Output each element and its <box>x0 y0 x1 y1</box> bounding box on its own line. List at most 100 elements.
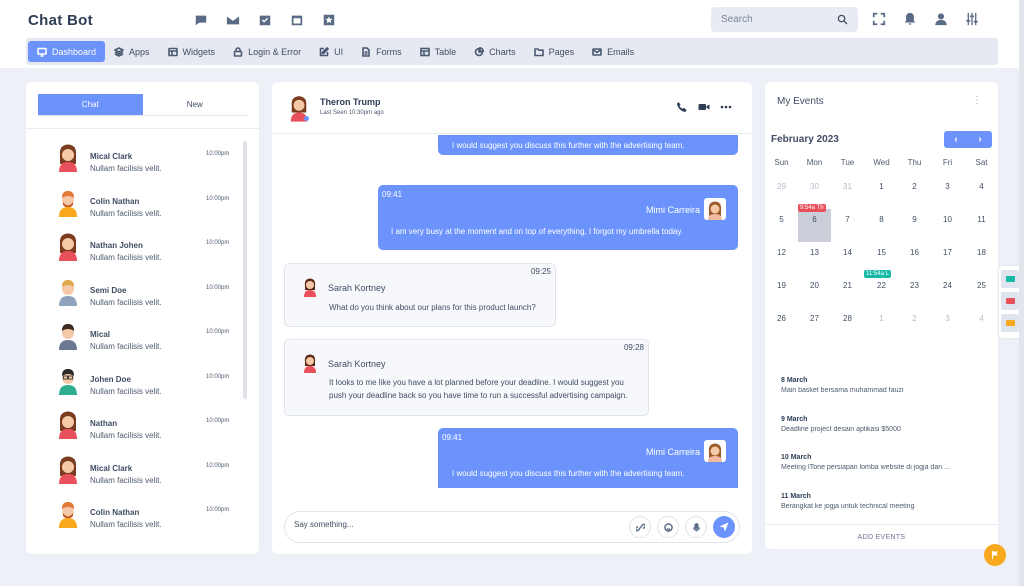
flag-icon <box>992 551 998 559</box>
calendar-day[interactable]: 1 <box>865 176 898 209</box>
calendar-day[interactable]: 10 <box>931 209 964 242</box>
fullscreen-icon[interactable] <box>872 12 886 31</box>
voice-button[interactable] <box>685 516 707 538</box>
menu-item-login-error[interactable]: Login & Error <box>224 41 310 62</box>
calendar-day[interactable]: 31 <box>831 176 864 209</box>
send-button[interactable] <box>713 516 735 538</box>
phone-icon[interactable] <box>676 101 688 113</box>
event-list-item[interactable]: 11 March Berangkat ke jogja untuk technic… <box>781 493 991 510</box>
calendar-month: February 2023 <box>771 134 839 145</box>
calendar-day[interactable]: 18 <box>965 242 998 275</box>
page-scrollbar[interactable] <box>1019 0 1024 586</box>
calendar-event-pill[interactable]: 11:54a L <box>864 270 891 278</box>
calendar-day[interactable]: 16 <box>898 242 931 275</box>
calendar-day[interactable]: 22 <box>865 275 898 308</box>
calendar-icon[interactable] <box>289 12 305 28</box>
calendar-day[interactable]: 7 <box>831 209 864 242</box>
message-text: What do you think about our plans for th… <box>329 303 536 312</box>
calendar-day[interactable]: 4 <box>965 176 998 209</box>
calendar-day[interactable]: 21 <box>831 275 864 308</box>
menu-item-widgets[interactable]: Widgets <box>159 41 225 62</box>
calendar-day[interactable]: 19 <box>765 275 798 308</box>
calendar-day[interactable]: 29 <box>765 176 798 209</box>
event-list-item[interactable]: 8 March Main basket bersama muhammad fauz… <box>781 377 991 394</box>
star-icon[interactable] <box>321 12 337 28</box>
calendar-day[interactable]: 17 <box>931 242 964 275</box>
sliders-icon[interactable] <box>965 12 979 31</box>
calendar-day[interactable]: 2 <box>898 308 931 341</box>
calendar-day[interactable]: 2 <box>898 176 931 209</box>
menu-item-emails[interactable]: Emails <box>583 41 643 62</box>
calendar-day[interactable]: 24 <box>931 275 964 308</box>
calendar-day[interactable]: 14 <box>831 242 864 275</box>
calendar-day[interactable]: 11 <box>965 209 998 242</box>
search-box[interactable] <box>711 7 858 32</box>
message-time: 09:41 <box>442 433 463 442</box>
attach-button[interactable] <box>629 516 651 538</box>
contact-avatar <box>59 279 77 306</box>
menu-item-dashboard[interactable]: Dashboard <box>28 41 106 62</box>
calendar-day[interactable]: 5 <box>765 209 798 242</box>
tab-new[interactable]: New <box>143 94 248 115</box>
search-icon[interactable] <box>837 14 848 25</box>
menu-item-charts[interactable]: Charts <box>465 41 525 62</box>
events-menu-icon[interactable]: ⋮ <box>972 95 982 106</box>
calendar-day[interactable]: 20 <box>798 275 831 308</box>
tab-chat[interactable]: Chat <box>38 94 143 115</box>
calendar-day[interactable]: 1 <box>865 308 898 341</box>
calendar-day[interactable]: 13 <box>798 242 831 275</box>
calendar-day[interactable]: 23 <box>898 275 931 308</box>
contact-item[interactable]: Semi Doe Nullam facilisis velit. 10:00pm <box>57 276 257 316</box>
side-button-yellow[interactable] <box>1001 314 1019 332</box>
inbox-check-icon[interactable] <box>257 12 273 28</box>
contact-list-scrollbar[interactable] <box>243 141 247 399</box>
contact-item[interactable]: Nathan Nullam facilisis velit. 10:00pm <box>57 409 257 449</box>
weekday-label: Tue <box>840 158 855 167</box>
menu-item-pages[interactable]: Pages <box>525 41 584 62</box>
calendar-day[interactable]: 4 <box>965 308 998 341</box>
contact-item[interactable]: Colin Nathan Nullam facilisis velit. 10:00… <box>57 498 257 538</box>
calendar-day[interactable]: 25 <box>965 275 998 308</box>
contact-item[interactable]: Colin Nathan Nullam facilisis velit. 10:00… <box>57 187 257 227</box>
bell-icon[interactable] <box>903 12 917 31</box>
prev-month-button[interactable]: ‹ <box>944 131 968 148</box>
chat-icon[interactable] <box>193 12 209 28</box>
contact-item[interactable]: Mical Nullam facilisis velit. 10:00pm <box>57 320 257 360</box>
event-list-item[interactable]: 10 March Meeting ITone persiapan lomba we… <box>781 454 991 471</box>
calendar-day[interactable]: 28 <box>831 308 864 341</box>
next-month-button[interactable]: › <box>968 131 992 148</box>
calendar-day[interactable]: 3 <box>931 176 964 209</box>
calendar-day[interactable]: 27 <box>798 308 831 341</box>
settings-fab[interactable] <box>984 544 1006 566</box>
contact-item[interactable]: Johen Doe Nullam facilisis velit. 10:00pm <box>57 365 257 405</box>
menu-item-forms[interactable]: Forms <box>352 41 411 62</box>
calendar-day[interactable]: 3 <box>931 308 964 341</box>
calendar-event-pill[interactable]: 9:54a Th <box>798 204 826 212</box>
sender-avatar <box>304 278 316 297</box>
side-button-teal[interactable] <box>1001 270 1019 288</box>
mail-icon[interactable] <box>225 12 241 28</box>
side-button-red[interactable] <box>1001 292 1019 310</box>
more-icon[interactable] <box>720 101 732 113</box>
user-icon[interactable] <box>934 12 948 31</box>
menu-item-table[interactable]: Table <box>411 41 466 62</box>
emoji-button[interactable] <box>657 516 679 538</box>
video-icon[interactable] <box>698 101 710 113</box>
menu-item-ui[interactable]: UI <box>310 41 352 62</box>
calendar-day[interactable]: 8 <box>865 209 898 242</box>
contact-preview: Nullam facilisis velit. <box>90 164 162 173</box>
menu-item-apps[interactable]: Apps <box>105 41 159 62</box>
message-time: 09:25 <box>530 267 551 276</box>
calendar-day[interactable]: 9 <box>898 209 931 242</box>
add-events-button[interactable]: ADD EVENTS <box>765 524 998 549</box>
contact-item[interactable]: Mical Clark Nullam facilisis velit. 10:00p… <box>57 454 257 494</box>
contact-item[interactable]: Mical Clark Nullam facilisis velit. 10:00p… <box>57 142 257 182</box>
calendar-day[interactable]: 12 <box>765 242 798 275</box>
contact-item[interactable]: Nathan Johen Nullam facilisis velit. 10:00… <box>57 231 257 271</box>
calendar-day[interactable]: 26 <box>765 308 798 341</box>
search-input[interactable] <box>721 14 821 25</box>
sender-name: Mimi Carreira <box>646 205 700 215</box>
calendar-day[interactable]: 6 <box>798 209 831 242</box>
message-input[interactable] <box>294 520 594 529</box>
event-list-item[interactable]: 9 March Deadline project desain aplikasi … <box>781 416 991 433</box>
